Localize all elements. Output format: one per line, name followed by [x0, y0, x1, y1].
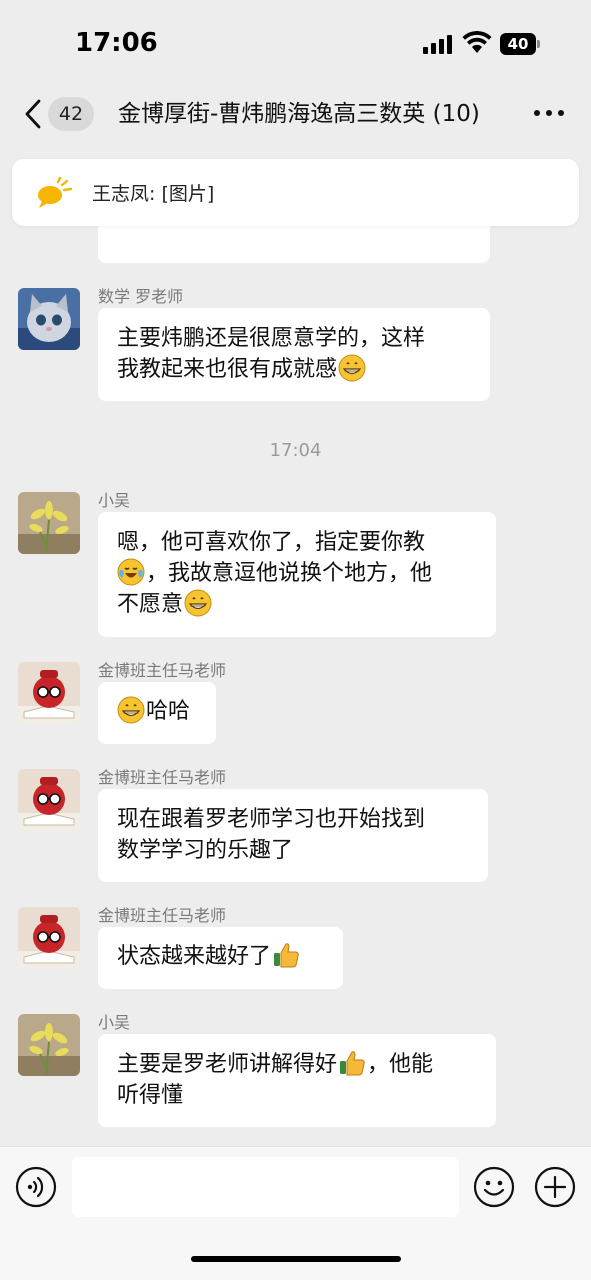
message-line-with-emoji: 不愿意 [117, 589, 478, 620]
message-text: ，我故意逗他说换个地方，他 [146, 561, 433, 586]
message-line-with-emoji: 状态越来越好了 [117, 941, 325, 972]
status-time: 17:06 [75, 28, 158, 58]
message-bubble[interactable]: 哈哈 [98, 682, 216, 744]
cellular-signal-icon [423, 34, 453, 54]
pinned-message-banner[interactable]: 王志凤: [图片] [12, 159, 579, 226]
wifi-icon [462, 31, 492, 53]
message-bubble-partial[interactable] [98, 226, 490, 263]
avatar-xiaowu[interactable] [18, 492, 80, 554]
message-line-with-emoji: 哈哈 [117, 696, 198, 727]
sender-name: 金博班主任马老师 [98, 661, 227, 680]
message-line: 听得懂 [117, 1083, 184, 1108]
tears-of-joy-emoji-icon [117, 558, 145, 586]
message-bubble[interactable]: 嗯，他可喜欢你了，指定要你教 ，我故意逗他说换个地方，他 不愿意 [98, 512, 496, 637]
voice-input-icon[interactable] [15, 1166, 57, 1208]
message-text: 我教起来也很有成就感 [117, 357, 338, 382]
pinned-message-text: 王志凤: [图片] [92, 183, 215, 205]
message-text: 不愿意 [117, 592, 184, 617]
message-bubble[interactable]: 主要是罗老师讲解得好 ，他能 听得懂 [98, 1034, 496, 1127]
thumbs-up-emoji-icon [340, 1051, 365, 1076]
speech-bubble-icon [38, 177, 73, 208]
message-line-with-emoji: ，我故意逗他说换个地方，他 [117, 558, 478, 589]
thumbs-up-emoji-icon [274, 943, 299, 968]
avatar-head-teacher-ma[interactable] [18, 769, 80, 831]
message-line-with-emoji: 我教起来也很有成就感 [117, 354, 472, 385]
unread-count-badge[interactable]: 42 [48, 97, 94, 131]
grin-emoji-icon [117, 696, 145, 724]
message-input[interactable] [72, 1157, 459, 1217]
sender-name: 金博班主任马老师 [98, 906, 227, 925]
avatar-head-teacher-ma[interactable] [18, 907, 80, 969]
message-bubble[interactable]: 现在跟着罗老师学习也开始找到 数学学习的乐趣了 [98, 789, 488, 882]
message-list[interactable]: 数学 罗老师 主要炜鹏还是很愿意学的，这样 我教起来也很有成就感 17:04 小… [0, 226, 591, 1146]
message-text: 哈哈 [146, 699, 191, 724]
grin-emoji-icon [338, 354, 366, 382]
avatar-head-teacher-ma[interactable] [18, 662, 80, 724]
more-options-icon[interactable] [534, 110, 564, 118]
home-indicator [191, 1256, 401, 1262]
sender-name: 小吴 [98, 1013, 131, 1032]
message-line-with-emoji: 主要是罗老师讲解得好 ，他能 [117, 1049, 478, 1080]
status-bar: 17:06 40 [0, 0, 591, 88]
message-bubble[interactable]: 主要炜鹏还是很愿意学的，这样 我教起来也很有成就感 [98, 308, 490, 401]
chat-header: 42 金博厚街-曹炜鹏海逸高三数英 (10) [0, 88, 591, 140]
message-line: 现在跟着罗老师学习也开始找到 [117, 807, 426, 832]
message-text: 状态越来越好了 [117, 944, 272, 969]
sender-name: 小吴 [98, 491, 131, 510]
grin-emoji-icon [184, 589, 212, 617]
plus-icon[interactable] [534, 1166, 576, 1208]
message-line: 嗯，他可喜欢你了，指定要你教 [117, 530, 426, 555]
battery-level: 40 [500, 33, 536, 55]
emoji-picker-icon[interactable] [473, 1166, 515, 1208]
timestamp: 17:04 [269, 440, 322, 461]
message-text: ，他能 [367, 1052, 434, 1077]
battery-icon: 40 [500, 33, 540, 55]
avatar-math-teacher-luo[interactable] [18, 288, 80, 350]
avatar-xiaowu[interactable] [18, 1014, 80, 1076]
message-bubble[interactable]: 状态越来越好了 [98, 927, 343, 989]
message-line: 主要炜鹏还是很愿意学的，这样 [117, 326, 426, 351]
sender-name: 金博班主任马老师 [98, 768, 227, 787]
chat-title: 金博厚街-曹炜鹏海逸高三数英 (10) [118, 101, 480, 127]
message-text: 主要是罗老师讲解得好 [117, 1052, 338, 1077]
sender-name: 数学 罗老师 [98, 287, 184, 306]
back-arrow-icon[interactable] [22, 98, 44, 130]
message-line: 数学学习的乐趣了 [117, 838, 294, 863]
